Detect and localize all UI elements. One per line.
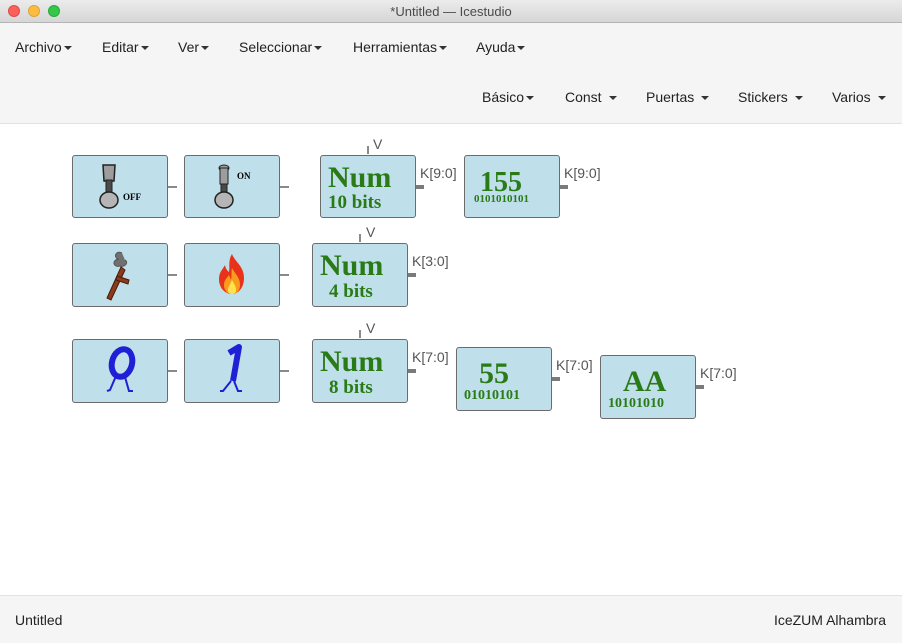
window-title: *Untitled — Icestudio [390,4,512,19]
num-subtitle: 4 bits [329,281,373,302]
output-pin [408,369,416,373]
output-pin [552,377,560,381]
smoking-match-icon [106,251,130,301]
num-subtitle: 10 bits [328,192,382,213]
menu-label: Ver [178,39,200,55]
caret-down-icon [314,46,323,51]
caret-down-icon [63,46,72,51]
output-pin [560,185,568,189]
const-55-block[interactable]: 55 01010101 [456,347,552,411]
palette-varios[interactable]: Varios [832,89,886,105]
const-bits: 01010101 [464,388,520,403]
switch-on-block[interactable]: ON [184,155,280,218]
palette-label: Puertas [646,89,695,105]
palette-label: Varios [832,89,871,105]
input-label-v: V [373,136,383,152]
wire [280,370,289,372]
caret-down-icon [517,46,526,51]
caret-down-icon [201,46,210,51]
output-pin [416,185,424,189]
palette-stickers[interactable]: Stickers [738,89,803,105]
switch-off-text: OFF [123,192,141,202]
menu-label: Editar [102,39,139,55]
menu-ayuda[interactable]: Ayuda [476,39,526,55]
output-label: K[9:0] [564,165,601,181]
output-label: K[3:0] [412,253,449,269]
num-title: Num [320,345,384,378]
menu-seleccionar[interactable]: Seleccionar [239,39,323,55]
fire-block[interactable] [184,243,280,307]
statusbar: Untitled IceZUM Alhambra [0,595,902,643]
menu-label: Archivo [15,39,62,55]
num-10bits-block[interactable]: Num 10 bits [320,155,416,218]
digit-one-character-icon [220,344,242,392]
output-label: K[9:0] [420,165,457,181]
menu-label: Seleccionar [239,39,313,55]
caret-down-icon [140,46,149,51]
caret-down-icon [794,96,803,101]
wire [280,186,289,188]
const-aa-block[interactable]: AA 10101010 [600,355,696,419]
menu-herramientas[interactable]: Herramientas [353,39,448,55]
menu-label: Ayuda [476,39,516,55]
match-block[interactable] [72,243,168,307]
input-pin [359,330,361,338]
caret-down-icon [439,46,448,51]
window-titlebar: *Untitled — Icestudio [0,0,902,23]
const-bits: 0101010101 [474,193,529,205]
menu-archivo[interactable]: Archivo [15,39,72,55]
input-pin [367,146,369,154]
digit-zero-character-icon [106,346,136,392]
output-label: K[7:0] [556,357,593,373]
wire [168,370,177,372]
num-title: Num [328,161,392,194]
caret-down-icon [877,96,886,101]
wire [168,186,177,188]
palette-basico[interactable]: Básico [482,89,535,105]
const-bits: 10101010 [608,396,664,411]
fire-icon [219,254,244,294]
palette-label: Stickers [738,89,788,105]
caret-down-icon [701,96,710,101]
menubar: Archivo Editar Ver Seleccionar Herramien… [0,23,902,124]
palette-label: Const [565,89,602,105]
status-board[interactable]: IceZUM Alhambra [774,612,886,628]
palette-puertas[interactable]: Puertas [646,89,710,105]
switch-off-block[interactable]: OFF [72,155,168,218]
num-title: Num [320,249,384,282]
caret-down-icon [608,96,617,101]
num-subtitle: 8 bits [329,377,373,398]
zero-character-block[interactable] [72,339,168,403]
menu-label: Herramientas [353,39,438,55]
switch-on-text: ON [237,171,251,181]
num-4bits-block[interactable]: Num 4 bits [312,243,408,307]
input-label-v: V [366,320,376,336]
palette-const[interactable]: Const [565,89,617,105]
output-label: K[7:0] [700,365,737,381]
menu-ver[interactable]: Ver [178,39,210,55]
menu-editar[interactable]: Editar [102,39,149,55]
const-value: AA [623,365,667,398]
one-character-block[interactable] [184,339,280,403]
input-label-v: V [366,224,376,240]
wire [168,274,177,276]
toggle-switch-on-icon: ON [214,164,251,209]
num-8bits-block[interactable]: Num 8 bits [312,339,408,403]
const-155-block[interactable]: 155 0101010101 [464,155,560,218]
output-pin [696,385,704,389]
design-canvas[interactable]: OFF ON V Num 10 bits K[9:0] 155 01010101… [0,124,902,594]
const-value: 55 [479,357,509,390]
caret-down-icon [526,96,535,101]
output-pin [408,273,416,277]
palette-label: Básico [482,89,525,105]
toggle-switch-off-icon: OFF [99,164,141,209]
input-pin [359,234,361,242]
status-filename: Untitled [15,612,63,628]
output-label: K[7:0] [412,349,449,365]
wire [280,274,289,276]
